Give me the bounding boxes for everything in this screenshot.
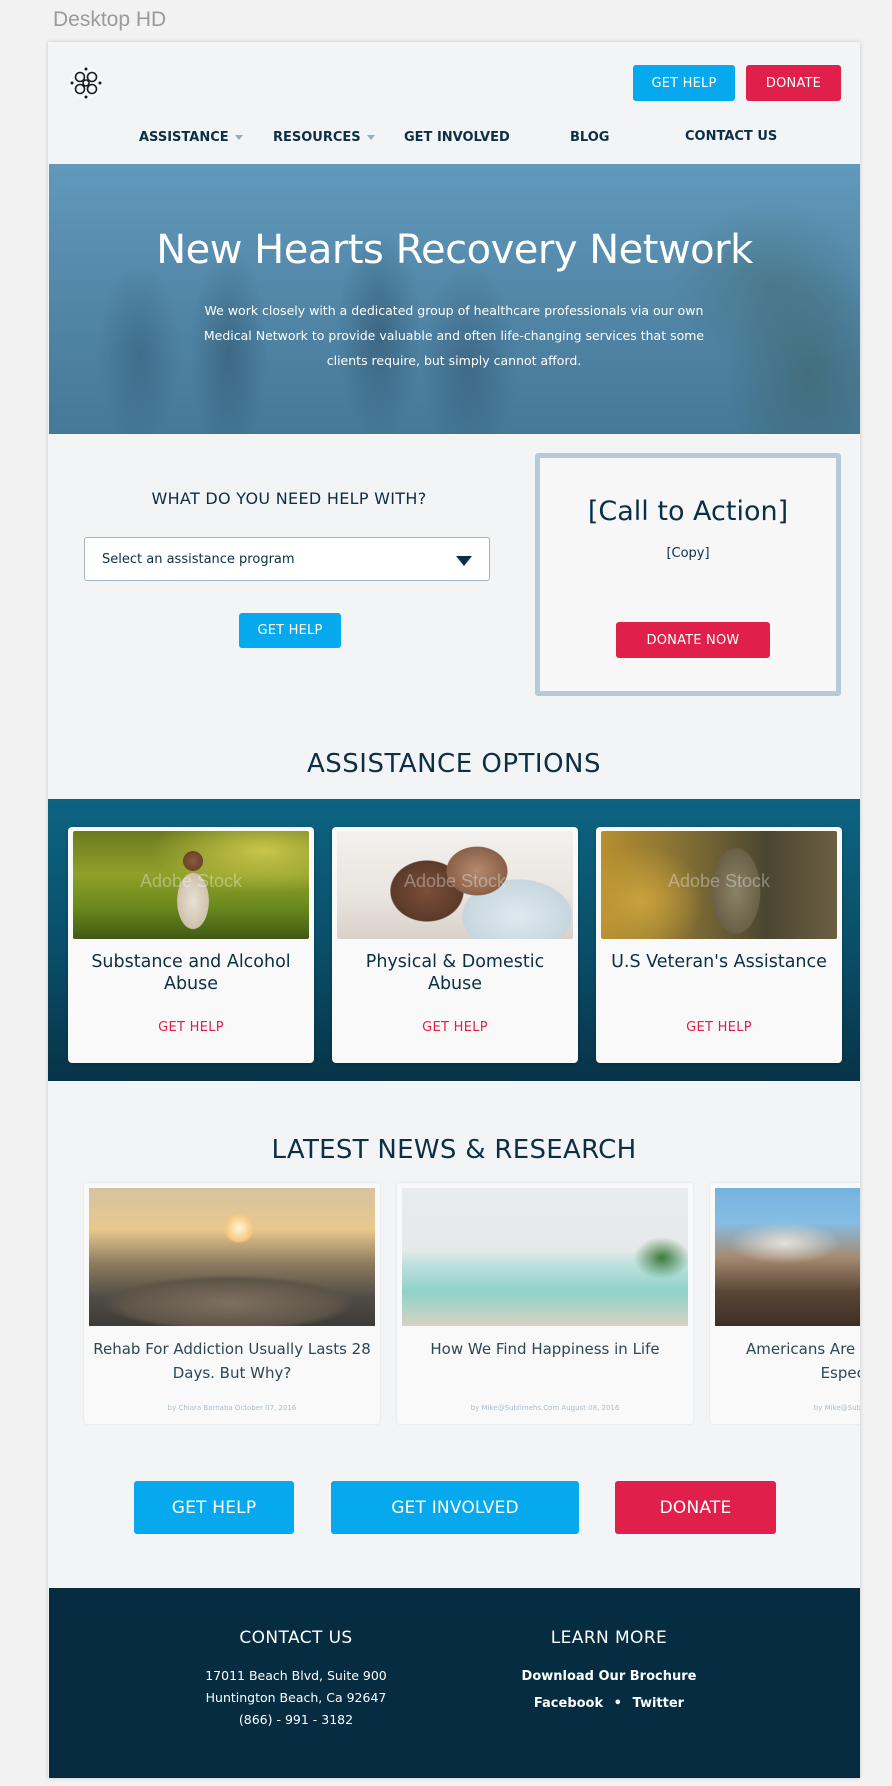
assistance-card-veteran[interactable]: Adobe Stock U.S Veteran's Assistance GET… — [596, 827, 842, 1063]
bottom-get-help-button[interactable]: GET HELP — [134, 1481, 294, 1534]
card-image: Adobe Stock — [601, 831, 837, 939]
main-nav: ASSISTANCE RESOURCES GET INVOLVED BLOG C… — [48, 128, 860, 154]
watermark: Adobe Stock — [139, 871, 243, 891]
separator-dot: • — [613, 1696, 622, 1711]
news-byline: by Chiara Barnaba October 07, 2016 — [167, 1404, 297, 1412]
card-get-help-link[interactable]: GET HELP — [68, 1020, 314, 1035]
header-get-help-button[interactable]: GET HELP — [633, 65, 735, 101]
card-image: Adobe Stock — [73, 831, 309, 939]
header-donate-button[interactable]: DONATE — [746, 65, 841, 101]
assistance-program-select[interactable]: Select an assistance program — [84, 537, 490, 581]
footer-contact-heading: CONTACT US — [239, 1628, 353, 1648]
bottom-get-involved-button[interactable]: GET INVOLVED — [331, 1481, 579, 1534]
donate-now-button[interactable]: DONATE NOW — [616, 622, 770, 658]
artboard-label: Desktop HD — [53, 8, 167, 31]
call-to-action-box: [Call to Action] [Copy] DONATE NOW — [535, 453, 841, 696]
caret-down-icon — [456, 556, 472, 566]
card-title: U.S Veteran's Assistance — [611, 952, 827, 972]
news-headline: Rehab For Addiction Usually Lasts 28 Day… — [93, 1340, 371, 1382]
facebook-link[interactable]: Facebook — [534, 1696, 603, 1711]
news-headline: How We Find Happiness in Life — [430, 1340, 660, 1358]
logo-icon[interactable] — [69, 66, 103, 100]
nav-item-assistance[interactable]: ASSISTANCE — [139, 130, 243, 145]
news-card[interactable]: Rehab For Addiction Usually Lasts 28 Day… — [84, 1183, 380, 1424]
download-brochure-link[interactable]: Download Our Brochure — [484, 1669, 734, 1684]
news-image — [402, 1188, 688, 1326]
get-help-button[interactable]: GET HELP — [239, 613, 341, 648]
card-title: Physical & Domestic Abuse — [365, 952, 545, 994]
chevron-down-icon — [234, 135, 243, 140]
news-card[interactable]: How We Find Happiness in Life by Mike@Su… — [397, 1183, 693, 1424]
card-get-help-link[interactable]: GET HELP — [332, 1020, 578, 1035]
footer-address-line1: 17011 Beach Blvd, Suite 900 — [205, 1668, 387, 1683]
nav-item-resources[interactable]: RESOURCES — [273, 130, 375, 145]
help-question: WHAT DO YOU NEED HELP WITH? — [151, 489, 427, 508]
nav-item-blog[interactable]: BLOG — [570, 130, 609, 145]
news-image — [89, 1188, 375, 1326]
bottom-donate-button[interactable]: DONATE — [615, 1481, 776, 1534]
select-value: Select an assistance program — [102, 551, 295, 567]
nav-item-label: CONTACT US — [685, 129, 778, 144]
nav-item-label: GET INVOLVED — [404, 130, 510, 145]
news-heading: LATEST NEWS & RESEARCH — [271, 1135, 637, 1165]
nav-item-label: RESOURCES — [273, 130, 361, 145]
nav-item-contact-us[interactable]: CONTACT US — [685, 129, 777, 144]
desktop-page: GET HELP DONATE ASSISTANCE RESOURCES GET… — [48, 42, 860, 1778]
hero-description: We work closely with a dedicated group o… — [203, 303, 705, 368]
nav-item-label: ASSISTANCE — [139, 130, 229, 145]
assistance-card-domestic[interactable]: Adobe Stock Physical & Domestic Abuse GE… — [332, 827, 578, 1063]
watermark: Adobe Stock — [403, 871, 507, 891]
card-image: Adobe Stock — [337, 831, 573, 939]
footer-learn-heading: LEARN MORE — [550, 1628, 668, 1648]
cta-title: [Call to Action] — [587, 496, 789, 527]
watermark: Adobe Stock — [667, 871, 771, 891]
footer-address-line2: Huntington Beach, Ca 92647 — [205, 1690, 387, 1705]
nav-item-label: BLOG — [570, 130, 610, 145]
news-card[interactable]: Americans Are Drinking More, Especially … — [710, 1183, 860, 1424]
news-headline: Americans Are Drinking More, Especially — [745, 1340, 860, 1382]
news-byline: by Mike@Sublimehs.Com August 08, 2016 — [470, 1404, 620, 1412]
nav-item-get-involved[interactable]: GET INVOLVED — [404, 130, 510, 145]
cta-copy: [Copy] — [666, 546, 710, 561]
news-image — [715, 1188, 860, 1326]
footer: CONTACT US 17011 Beach Blvd, Suite 900 H… — [49, 1588, 860, 1778]
card-title: Substance and Alcohol Abuse — [91, 952, 291, 994]
hero-banner: New Hearts Recovery Network We work clos… — [49, 164, 860, 434]
assistance-card-substance[interactable]: Adobe Stock Substance and Alcohol Abuse … — [68, 827, 314, 1063]
footer-phone: (866) - 991 - 3182 — [238, 1712, 354, 1727]
news-byline: by Mike@Sublimehs.Com — [813, 1404, 860, 1412]
twitter-link[interactable]: Twitter — [633, 1696, 685, 1711]
card-get-help-link[interactable]: GET HELP — [596, 1020, 842, 1035]
social-links: Facebook • Twitter — [484, 1696, 734, 1711]
hero-title: New Hearts Recovery Network — [156, 227, 753, 273]
assistance-options-heading: ASSISTANCE OPTIONS — [306, 749, 602, 779]
chevron-down-icon — [366, 135, 375, 140]
